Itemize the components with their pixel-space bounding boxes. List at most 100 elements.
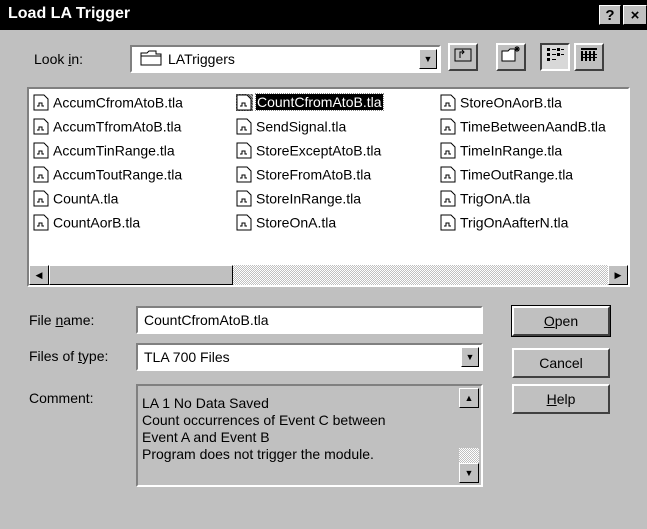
cancel-button[interactable]: Cancel (512, 348, 610, 378)
tla-file-icon (236, 142, 253, 159)
file-item[interactable]: StoreOnA.tla (236, 213, 336, 235)
look-in-label-post: n: (71, 51, 84, 67)
scroll-down-button[interactable]: ▼ (459, 463, 479, 483)
file-item-label: TimeBetweenAandB.tla (460, 118, 606, 135)
tla-file-icon (236, 190, 253, 207)
file-item[interactable]: StoreInRange.tla (236, 189, 361, 211)
files-of-type-label-pre: Files of (29, 348, 79, 364)
file-item[interactable]: AccumToutRange.tla (33, 165, 182, 187)
file-item[interactable]: TrigOnA.tla (440, 189, 530, 211)
scrollbar-thumb[interactable] (49, 265, 233, 285)
help-button-rest: elp (556, 391, 576, 407)
tla-file-icon (440, 142, 457, 159)
file-item[interactable]: CountCfromAtoB.tla (236, 93, 384, 115)
tla-file-icon (33, 142, 50, 159)
list-view-button[interactable] (540, 43, 570, 71)
comment-line: Program does not trigger the module. (142, 446, 374, 462)
new-folder-icon (500, 46, 522, 66)
file-item-label: StoreOnA.tla (256, 214, 337, 231)
comment-scroll-thumb[interactable] (459, 408, 479, 448)
file-name-input[interactable]: CountCfromAtoB.tla (136, 306, 483, 334)
files-of-type-dropdown[interactable]: TLA 700 Files ▼ (136, 343, 483, 371)
folder-icon (140, 50, 162, 69)
file-item[interactable]: SendSignal.tla (236, 117, 346, 139)
file-item[interactable]: AccumTinRange.tla (33, 141, 175, 163)
file-item[interactable]: CountA.tla (33, 189, 118, 211)
file-item-label: AccumCfromAtoB.tla (53, 94, 183, 111)
up-one-level-button[interactable] (448, 43, 478, 71)
file-item[interactable]: StoreExceptAtoB.tla (236, 141, 381, 163)
close-button[interactable]: × (623, 5, 647, 25)
file-name-label-post: ame: (63, 312, 95, 328)
close-icon: × (630, 7, 640, 24)
file-name-label-pre: File (29, 312, 56, 328)
horizontal-scrollbar[interactable]: ◀ ▶ (29, 265, 628, 285)
file-item-label: StoreOnAorB.tla (460, 94, 562, 111)
scroll-up-button[interactable]: ▲ (459, 388, 479, 408)
help-button[interactable]: Help (512, 384, 610, 414)
tla-file-icon (33, 190, 50, 207)
tla-file-icon (33, 214, 50, 231)
scroll-left-button[interactable]: ◀ (29, 265, 49, 285)
look-in-label-pre: Look (34, 51, 69, 67)
scroll-right-button[interactable]: ▶ (608, 265, 628, 285)
file-item-label: CountCfromAtoB.tla (255, 93, 384, 112)
file-item-label: CountA.tla (53, 190, 119, 207)
tla-file-icon (33, 166, 50, 183)
file-item[interactable]: TrigOnAafterN.tla (440, 213, 568, 235)
file-item-label: TimeOutRange.tla (460, 166, 574, 183)
help-button-key: H (546, 391, 557, 407)
file-item[interactable]: TimeOutRange.tla (440, 165, 573, 187)
file-item-label: AccumToutRange.tla (53, 166, 183, 183)
file-item-label: StoreInRange.tla (256, 190, 362, 207)
help-title-button[interactable]: ? (599, 5, 621, 25)
look-in-label: Look in: (34, 51, 83, 67)
comment-scrollbar[interactable]: ▲ ▼ (459, 388, 479, 483)
title-bar[interactable]: Load LA Trigger ? × (0, 0, 647, 30)
file-item-label: CountAorB.tla (53, 214, 141, 231)
details-view-icon (579, 48, 599, 65)
file-item-label: AccumTfromAtoB.tla (53, 118, 182, 135)
file-item-label: TimeInRange.tla (460, 142, 563, 159)
tla-file-icon (236, 166, 253, 183)
file-list[interactable]: AccumCfromAtoB.tla AccumTfromAtoB.tla Accu… (27, 87, 630, 287)
tla-file-icon (236, 93, 253, 111)
comment-scroll-track[interactable] (459, 448, 479, 463)
question-icon: ? (605, 7, 615, 24)
tla-file-icon (440, 190, 457, 207)
comment-box[interactable]: LA 1 No Data Saved Count occurrences of … (136, 384, 483, 487)
details-view-button[interactable] (574, 43, 604, 71)
open-button[interactable]: Open (511, 305, 611, 337)
file-item[interactable]: TimeBetweenAandB.tla (440, 117, 606, 139)
open-button-key: O (543, 313, 555, 329)
files-of-type-label: Files of type: (29, 348, 108, 364)
window-title: Load LA Trigger (8, 5, 131, 22)
comment-line: LA 1 No Data Saved (142, 395, 269, 411)
file-item[interactable]: AccumTfromAtoB.tla (33, 117, 181, 139)
list-view-icon (545, 48, 565, 65)
files-of-type-dropdown-button[interactable]: ▼ (461, 347, 479, 367)
file-item[interactable]: StoreOnAorB.tla (440, 93, 562, 115)
tla-file-icon (33, 118, 50, 135)
files-of-type-label-post: ype: (81, 348, 109, 364)
look-in-value: LATriggers (168, 51, 235, 67)
look-in-dropdown[interactable]: LATriggers ▼ (130, 45, 441, 73)
file-item-label: StoreFromAtoB.tla (256, 166, 372, 183)
look-in-dropdown-button[interactable]: ▼ (419, 49, 437, 69)
file-item[interactable]: StoreFromAtoB.tla (236, 165, 371, 187)
create-new-folder-button[interactable] (496, 43, 526, 71)
load-la-trigger-dialog: Load LA Trigger ? × Look in: LATriggers … (0, 0, 647, 529)
scroll-down-icon: ▼ (464, 468, 474, 478)
file-item[interactable]: TimeInRange.tla (440, 141, 562, 163)
tla-file-icon (440, 214, 457, 231)
scroll-up-icon: ▲ (464, 393, 474, 403)
file-item[interactable]: AccumCfromAtoB.tla (33, 93, 183, 115)
file-item-label: AccumTinRange.tla (53, 142, 175, 159)
comment-line: Event A and Event B (142, 429, 270, 445)
file-item[interactable]: CountAorB.tla (33, 213, 140, 235)
scroll-right-icon: ▶ (614, 270, 622, 280)
file-item-label: TrigOnA.tla (460, 190, 531, 207)
tla-file-icon (440, 94, 457, 111)
comment-line: Count occurrences of Event C between (142, 412, 386, 428)
file-name-value: CountCfromAtoB.tla (144, 312, 269, 328)
